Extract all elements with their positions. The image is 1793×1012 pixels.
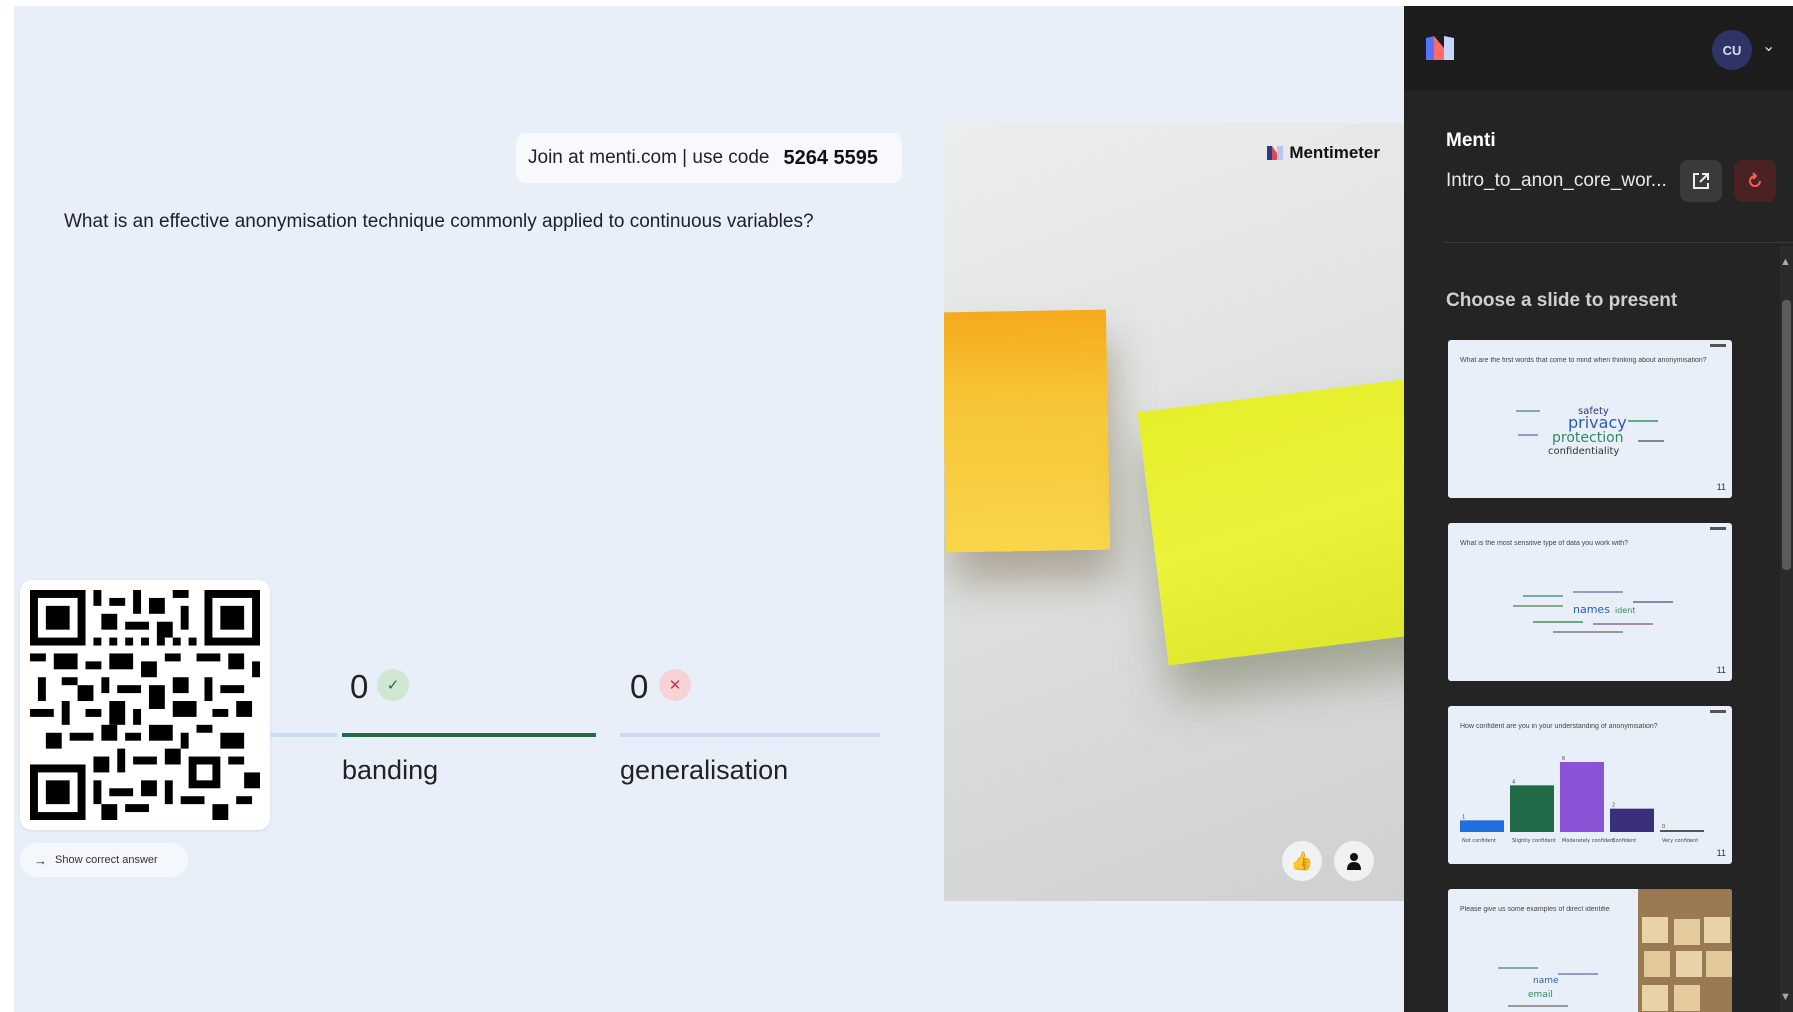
mentimeter-logo-icon [1426,36,1454,60]
svg-text:ident: ident [1615,606,1635,615]
mentimeter-logo-icon [1267,146,1284,160]
word-cloud: names ident [1513,591,1673,633]
scrabble-tiles-image [1638,889,1732,1012]
thumbs-up-icon[interactable]: 👍 [1282,841,1322,881]
qr-code [20,580,270,830]
thumb-bar-label: Moderately confident [1562,838,1615,844]
option-bar-banding [342,733,596,737]
svg-text:email: email [1528,990,1553,1000]
mentimeter-brand-text: Mentimeter [1289,143,1380,162]
svg-text:safety: safety [1578,406,1609,417]
thumb-bar [1660,830,1704,832]
scroll-down-icon[interactable]: ▼ [1780,991,1791,1003]
option-track [270,733,337,737]
thumb-bar-label: Very confident [1662,838,1698,844]
slide-thumbnail-2[interactable]: What is the most sensitive type of data … [1448,523,1732,681]
thumb-bar-value: 6 [1562,756,1565,762]
scroll-up-icon[interactable]: ▲ [1780,256,1791,268]
thumb-question: Please give us some examples of direct i… [1460,906,1610,913]
thumb-bar-label: Slightly confident [1512,838,1556,844]
option-count-banding: 0 [350,668,369,705]
thumb-logo [1710,344,1726,347]
word-cloud: name email [1498,967,1598,1007]
word-cloud: privacy protection confidentiality safet… [1516,406,1664,457]
person-icon[interactable] [1334,841,1374,881]
mentimeter-brand: Mentimeter [1267,143,1380,163]
option-count-generalisation: 0 [630,668,649,705]
slide-thumbnail-4[interactable]: Please give us some examples of direct i… [1448,889,1732,1012]
thumb-bar-label: Not confident [1462,838,1496,844]
sidebar-divider [1444,242,1793,243]
presentation-file-name: Intro_to_anon_core_wor... [1446,170,1667,191]
check-icon: ✓ [377,669,409,701]
slide-thumbnail-1[interactable]: What are the first words that come to mi… [1448,340,1732,498]
thumb-bar-label: Confident [1612,838,1636,844]
svg-text:names: names [1573,603,1610,616]
thumb-question: How confident are you in your understand… [1460,723,1658,730]
thumb-response-count: 11 [1716,665,1726,675]
thumb-bar-value: 1 [1462,814,1465,820]
svg-text:protection: protection [1552,430,1624,446]
slide-image: Mentimeter 👍 [944,123,1404,901]
thumb-logo [1710,527,1726,530]
presenter-sidebar: CU ⌄ Menti Intro_to_anon_core_wor... Cho… [1404,6,1793,1012]
avatar[interactable]: CU [1712,30,1752,70]
svg-text:name: name [1533,976,1559,986]
sidebar-header: CU ⌄ [1404,6,1793,90]
thumb-bar-value: 0 [1662,824,1665,830]
choose-slide-heading: Choose a slide to present [1446,290,1678,311]
open-external-button[interactable] [1680,160,1722,202]
show-correct-answer-label: Show correct answer [55,854,158,866]
join-instructions: Join at menti.com | use code 5264 5595 [516,133,902,183]
thumb-bar-value: 4 [1512,779,1515,785]
thumb-bar [1560,762,1604,832]
thumb-bar [1610,808,1654,832]
external-link-icon [1693,173,1709,189]
arrow-right-icon: → [34,852,47,868]
reset-button[interactable] [1734,160,1776,202]
thumb-bar [1460,820,1504,832]
thumb-bar [1510,785,1554,832]
thumb-question: What is the most sensitive type of data … [1460,540,1629,547]
thumb-bar-value: 2 [1612,803,1615,809]
option-label-banding: banding [342,755,439,785]
thumb-response-count: 11 [1716,482,1726,492]
thumb-response-count: 11 [1716,848,1726,858]
thumb-logo [1710,710,1726,713]
sidebar-title: Menti [1446,130,1496,151]
join-code: 5264 5595 [783,146,879,169]
join-text: Join at menti.com | use code [528,147,770,168]
scrabble-tiles-graphic [1642,917,1732,1011]
person-glyph [1347,853,1361,870]
sidebar-scrollbar-thumb[interactable] [1782,300,1791,570]
chevron-down-icon[interactable]: ⌄ [1762,36,1775,56]
sticky-note-yellow [1137,375,1404,666]
slide-thumbnail-3[interactable]: How confident are you in your understand… [1448,706,1732,864]
question-text: What is an effective anonymisation techn… [64,211,814,232]
thumb-question: What are the first words that come to mi… [1460,357,1707,364]
option-label-generalisation: generalisation [620,755,789,785]
show-correct-answer-button[interactable]: → Show correct answer [20,843,188,877]
qr-code-image [30,590,260,820]
sticky-note-orange [944,309,1111,553]
bar-chart-preview: Not confident 1 Slightly confident 4 Moderat… [1460,756,1704,844]
reset-icon [1749,172,1761,187]
svg-text:confidentiality: confidentiality [1548,446,1619,457]
option-bar-generalisation [620,733,880,737]
cross-icon: ✕ [659,669,691,701]
